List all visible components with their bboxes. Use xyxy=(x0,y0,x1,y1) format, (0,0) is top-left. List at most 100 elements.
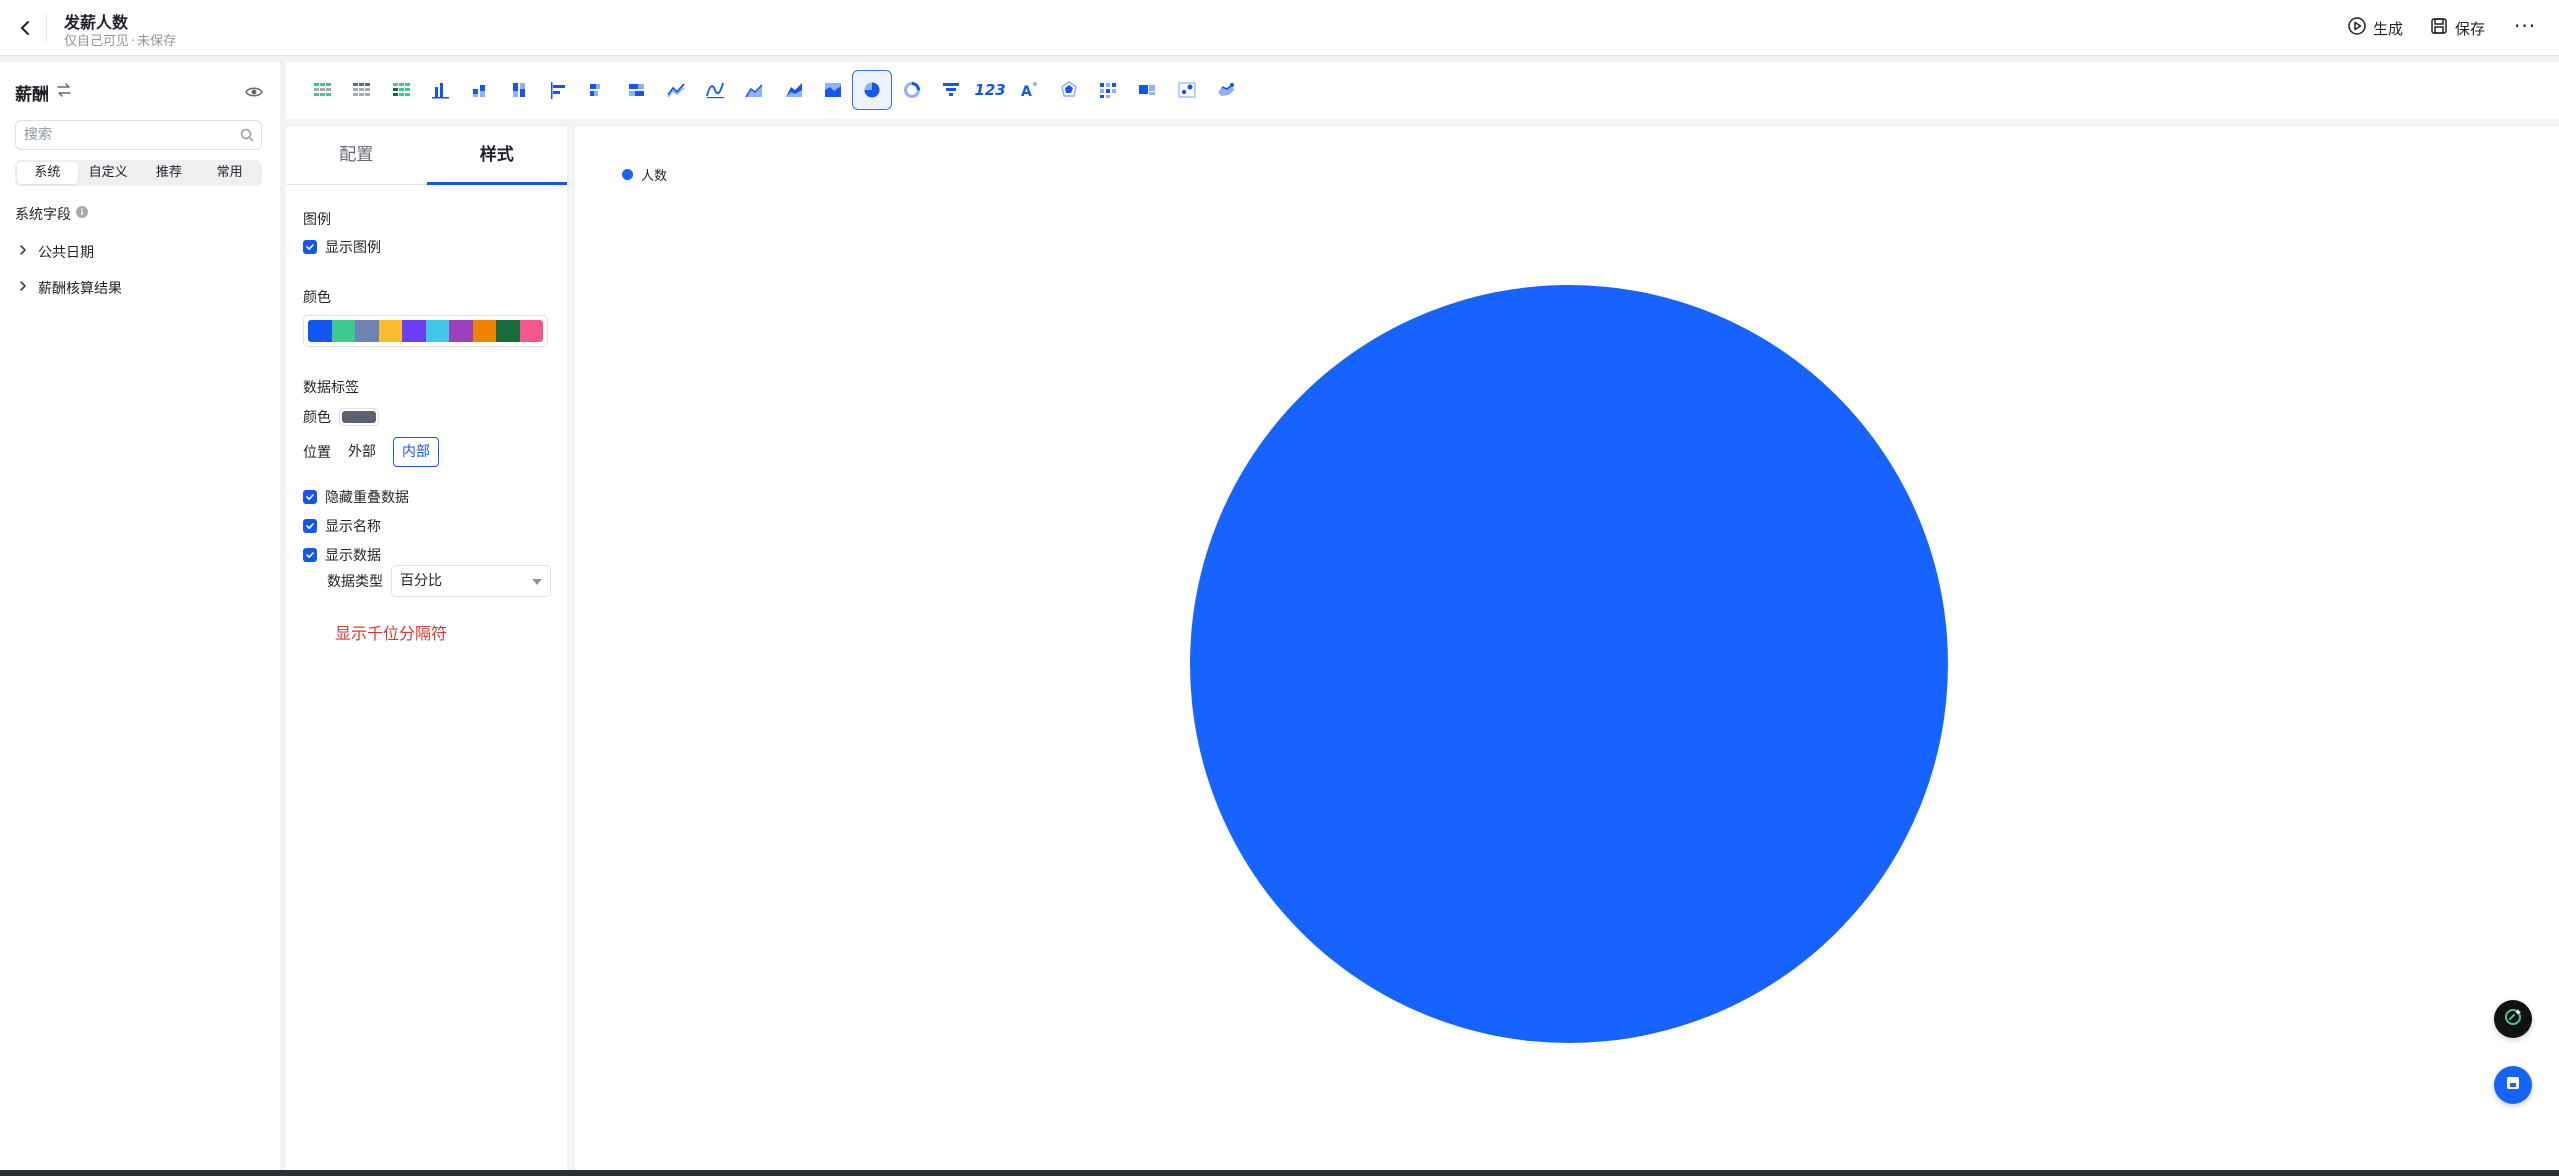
sparkle-icon xyxy=(2502,1006,2524,1032)
page-subtitle: 仅自己可见 · 未保存 xyxy=(64,30,176,49)
thousands-separator-option[interactable]: 显示千位分隔符 xyxy=(335,620,447,644)
data-type-row: 数据类型 百分比 xyxy=(327,565,551,597)
back-arrow-icon[interactable] xyxy=(14,16,38,40)
field-category-tabs: 系统 自定义 推荐 常用 xyxy=(15,160,262,186)
palette-swatch-5 xyxy=(425,320,449,342)
group-table-icon[interactable] xyxy=(381,70,421,110)
tree-item-public-date[interactable]: 公共日期 xyxy=(18,242,94,262)
pie-slice[interactable] xyxy=(1190,285,1948,1043)
color-section-title: 颜色 xyxy=(303,290,331,306)
hide-overlap-checkbox[interactable]: 隐藏重叠数据 xyxy=(303,487,409,507)
palette-swatch-0 xyxy=(308,320,332,342)
segment-recommended[interactable]: 推荐 xyxy=(139,162,200,184)
map-chart-icon[interactable] xyxy=(1206,70,1246,110)
play-circle-icon xyxy=(2347,16,2367,40)
chevron-right-icon[interactable] xyxy=(18,244,28,260)
search-icon[interactable] xyxy=(239,127,255,147)
label-color-picker[interactable] xyxy=(339,408,379,426)
legend-section-title: 图例 xyxy=(303,212,331,228)
caret-down-icon xyxy=(532,579,542,585)
visibility-text: 仅自己可见 xyxy=(64,34,130,49)
heatmap-icon[interactable] xyxy=(1088,70,1128,110)
donut-chart-icon[interactable] xyxy=(892,70,932,110)
save-status-text: 未保存 xyxy=(137,34,177,49)
kpi-number-icon[interactable]: 123 xyxy=(970,70,1010,110)
tree-item-payroll-results[interactable]: 薪酬核算结果 xyxy=(18,278,122,298)
cross-table-icon[interactable] xyxy=(341,70,381,110)
switch-dataset-icon[interactable] xyxy=(55,81,73,104)
show-name-checkbox[interactable]: 显示名称 xyxy=(303,516,381,536)
eye-icon[interactable] xyxy=(244,82,264,106)
show-legend-label: 显示图例 xyxy=(325,240,381,256)
percent-bar-icon[interactable] xyxy=(616,70,656,110)
word-cloud-icon[interactable]: A xyxy=(1009,70,1049,110)
save-disk-icon xyxy=(2429,16,2449,40)
pie-chart xyxy=(1190,285,1948,1043)
palette-swatch-4 xyxy=(402,320,426,342)
tree-item-label: 薪酬核算结果 xyxy=(38,281,122,297)
pie-chart-icon[interactable] xyxy=(852,70,893,110)
segment-frequent[interactable]: 常用 xyxy=(199,162,260,184)
position-inside-button[interactable]: 内部 xyxy=(393,437,439,467)
palette-swatch-6 xyxy=(449,320,473,342)
position-outside-button[interactable]: 外部 xyxy=(339,437,385,467)
system-fields-label: 系统字段 xyxy=(15,207,71,223)
chart-canvas: 人数 xyxy=(575,127,2559,1176)
label-color-swatch xyxy=(342,411,376,423)
stacked-column-icon[interactable] xyxy=(459,70,499,110)
palette-swatch-7 xyxy=(472,320,496,342)
show-data-checkbox[interactable]: 显示数据 xyxy=(303,545,381,565)
data-type-select[interactable]: 百分比 xyxy=(391,565,551,597)
stacked-area-icon[interactable] xyxy=(774,70,814,110)
style-panel: 配置 样式 图例 显示图例 颜色 数据标签 颜色 位置 外部 内部 隐藏重叠数据… xyxy=(286,127,567,1176)
checkbox-checked-icon[interactable] xyxy=(303,548,317,562)
chevron-right-icon[interactable] xyxy=(18,280,28,296)
bar-chart-icon[interactable] xyxy=(538,70,578,110)
segment-custom[interactable]: 自定义 xyxy=(78,162,139,184)
palette-swatch-1 xyxy=(331,320,355,342)
save-icon xyxy=(2504,1074,2522,1096)
checkbox-checked-icon[interactable] xyxy=(303,240,317,254)
show-data-label: 显示数据 xyxy=(325,548,381,564)
palette-swatch-9 xyxy=(519,320,543,342)
chart-type-toolbar: 123 A xyxy=(286,62,2559,119)
info-icon[interactable] xyxy=(76,206,88,222)
stacked-bar-icon[interactable] xyxy=(577,70,617,110)
ai-assistant-button[interactable] xyxy=(2494,1000,2532,1038)
scatter-chart-icon[interactable] xyxy=(1167,70,1207,110)
subtitle-separator: · xyxy=(131,34,136,49)
funnel-chart-icon[interactable] xyxy=(931,70,971,110)
data-type-value: 百分比 xyxy=(400,573,442,589)
search-box xyxy=(15,120,262,150)
hide-overlap-label: 隐藏重叠数据 xyxy=(325,490,409,506)
percent-area-icon[interactable] xyxy=(813,70,853,110)
segment-system[interactable]: 系统 xyxy=(17,162,78,184)
search-input[interactable] xyxy=(16,121,216,149)
position-label: 位置 xyxy=(303,445,331,461)
dataset-name: 薪酬 xyxy=(15,85,49,105)
generate-button[interactable]: 生成 xyxy=(2347,16,2403,40)
curve-line-icon[interactable] xyxy=(695,70,735,110)
color-palette-picker[interactable] xyxy=(303,315,548,347)
generate-label: 生成 xyxy=(2373,19,2404,38)
tab-style[interactable]: 样式 xyxy=(426,127,568,185)
column-chart-icon[interactable] xyxy=(420,70,460,110)
header-divider xyxy=(46,14,47,42)
tab-config[interactable]: 配置 xyxy=(286,127,427,184)
window-bottom-edge xyxy=(0,1170,2559,1176)
line-chart-icon[interactable] xyxy=(656,70,696,110)
more-options-button[interactable]: ··· xyxy=(2514,14,2536,38)
dataset-title[interactable]: 薪酬 xyxy=(15,80,73,105)
area-chart-icon[interactable] xyxy=(734,70,774,110)
save-button[interactable]: 保存 xyxy=(2429,16,2485,40)
field-sidebar: 薪酬 系统 自定义 推荐 常用 系统字段 公共日期 薪酬核算结果 xyxy=(0,62,280,1176)
quick-save-button[interactable] xyxy=(2494,1066,2532,1104)
combo-chart-icon[interactable] xyxy=(1127,70,1167,110)
percent-column-icon[interactable] xyxy=(499,70,539,110)
show-legend-checkbox[interactable]: 显示图例 xyxy=(303,237,381,257)
checkbox-checked-icon[interactable] xyxy=(303,490,317,504)
checkbox-checked-icon[interactable] xyxy=(303,519,317,533)
detail-table-icon[interactable] xyxy=(302,70,342,110)
radar-chart-icon[interactable] xyxy=(1049,70,1089,110)
save-label: 保存 xyxy=(2455,19,2486,38)
